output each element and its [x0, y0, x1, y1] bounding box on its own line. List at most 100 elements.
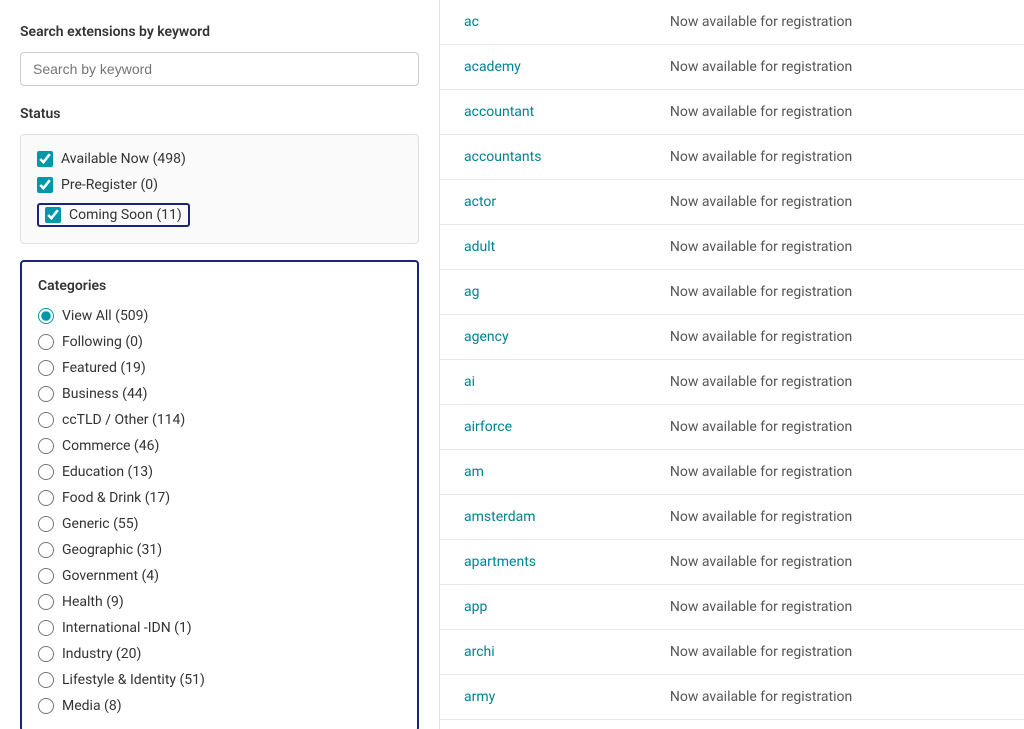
- radio-fooddrink[interactable]: [38, 490, 54, 506]
- domain-link[interactable]: airforce: [464, 419, 512, 435]
- domain-link[interactable]: ag: [464, 284, 479, 300]
- radio-item-viewall[interactable]: View All (509): [38, 308, 401, 324]
- radio-international[interactable]: [38, 620, 54, 636]
- radio-following[interactable]: [38, 334, 54, 350]
- search-input-wrapper: [20, 52, 419, 86]
- domain-link[interactable]: ac: [464, 14, 479, 30]
- table-row: am Now available for registration: [440, 450, 1024, 495]
- domain-link[interactable]: apartments: [464, 554, 536, 570]
- radio-item-health[interactable]: Health (9): [38, 594, 401, 610]
- radio-viewall[interactable]: [38, 308, 54, 324]
- radio-label-commerce: Commerce (46): [62, 438, 159, 454]
- table-row: ai Now available for registration: [440, 360, 1024, 405]
- radio-item-media[interactable]: Media (8): [38, 698, 401, 714]
- radio-item-government[interactable]: Government (4): [38, 568, 401, 584]
- radio-item-industry[interactable]: Industry (20): [38, 646, 401, 662]
- radio-government[interactable]: [38, 568, 54, 584]
- radio-item-lifestyle[interactable]: Lifestyle & Identity (51): [38, 672, 401, 688]
- radio-item-business[interactable]: Business (44): [38, 386, 401, 402]
- domain-status: Now available for registration: [646, 585, 1024, 630]
- domain-status: Now available for registration: [646, 270, 1024, 315]
- domain-link[interactable]: army: [464, 689, 495, 705]
- domain-link[interactable]: amsterdam: [464, 509, 536, 525]
- table-row: acNow available for registration: [440, 0, 1024, 45]
- radio-lifestyle[interactable]: [38, 672, 54, 688]
- domain-status: Now available for registration: [646, 180, 1024, 225]
- domain-link[interactable]: accountants: [464, 149, 541, 165]
- domain-link[interactable]: accountant: [464, 104, 534, 120]
- radio-label-industry: Industry (20): [62, 646, 141, 662]
- table-row: artNow available for registration: [440, 720, 1024, 729]
- checkbox-comingsoon[interactable]: [45, 207, 61, 223]
- radio-industry[interactable]: [38, 646, 54, 662]
- radio-item-featured[interactable]: Featured (19): [38, 360, 401, 376]
- domain-link[interactable]: agency: [464, 329, 509, 345]
- domain-status: Now available for registration: [646, 135, 1024, 180]
- domain-status: Now available for registration: [646, 225, 1024, 270]
- domain-status: Now available for registration: [646, 405, 1024, 450]
- radio-education[interactable]: [38, 464, 54, 480]
- table-row: accountants Now available for registratio…: [440, 135, 1024, 180]
- categories-box: Categories View All (509) Following (0) Fe…: [20, 260, 419, 729]
- radio-item-commerce[interactable]: Commerce (46): [38, 438, 401, 454]
- table-row: apartments Now available for registration: [440, 540, 1024, 585]
- domain-status: Now available for registration: [646, 360, 1024, 405]
- radio-featured[interactable]: [38, 360, 54, 376]
- radio-health[interactable]: [38, 594, 54, 610]
- status-box: Available Now (498) Pre-Register (0) Comin…: [20, 134, 419, 244]
- radio-geographic[interactable]: [38, 542, 54, 558]
- checkbox-item-available[interactable]: Available Now (498): [37, 151, 402, 167]
- domain-link[interactable]: actor: [464, 194, 496, 210]
- table-row: archi Now available for registration: [440, 630, 1024, 675]
- table-row: amsterdamNow available for registration: [440, 495, 1024, 540]
- domain-link[interactable]: app: [464, 599, 487, 615]
- table-row: accountantNow available for registration: [440, 90, 1024, 135]
- radio-label-featured: Featured (19): [62, 360, 146, 376]
- table-row: airforce Now available for registration: [440, 405, 1024, 450]
- domain-link[interactable]: academy: [464, 59, 521, 75]
- checkbox-item-preregister[interactable]: Pre-Register (0): [37, 177, 402, 193]
- checkbox-available[interactable]: [37, 151, 53, 167]
- checkbox-preregister[interactable]: [37, 177, 53, 193]
- checkbox-label-preregister: Pre-Register (0): [61, 177, 158, 193]
- table-row: adult Now available for registration: [440, 225, 1024, 270]
- domain-status: Now available for registration: [646, 540, 1024, 585]
- radio-label-viewall: View All (509): [62, 308, 148, 324]
- radio-label-health: Health (9): [62, 594, 124, 610]
- checkbox-label-available: Available Now (498): [61, 151, 186, 167]
- radio-generic[interactable]: [38, 516, 54, 532]
- table-row: academy Now available for registration: [440, 45, 1024, 90]
- radio-label-generic: Generic (55): [62, 516, 138, 532]
- domain-status: Now available for registration: [646, 450, 1024, 495]
- radio-business[interactable]: [38, 386, 54, 402]
- search-input[interactable]: [20, 52, 419, 86]
- radio-item-cctld[interactable]: ccTLD / Other (114): [38, 412, 401, 428]
- radio-item-following[interactable]: Following (0): [38, 334, 401, 350]
- radio-label-government: Government (4): [62, 568, 159, 584]
- domain-table: acNow available for registrationacademyN…: [440, 0, 1024, 729]
- domain-status: Now available for registration: [646, 630, 1024, 675]
- table-row: army Now available for registration: [440, 675, 1024, 720]
- radio-item-geographic[interactable]: Geographic (31): [38, 542, 401, 558]
- radio-label-business: Business (44): [62, 386, 148, 402]
- radio-item-international[interactable]: International -IDN (1): [38, 620, 401, 636]
- domain-status: Now available for registration: [646, 675, 1024, 720]
- radio-label-fooddrink: Food & Drink (17): [62, 490, 170, 506]
- table-row: ag Now available for registration: [440, 270, 1024, 315]
- radio-cctld[interactable]: [38, 412, 54, 428]
- domain-link[interactable]: am: [464, 464, 484, 480]
- categories-title: Categories: [38, 278, 401, 294]
- checkbox-item-comingsoon[interactable]: Coming Soon (11): [37, 203, 190, 227]
- domain-link[interactable]: archi: [464, 644, 495, 660]
- radio-commerce[interactable]: [38, 438, 54, 454]
- domain-status: Now available for registration: [646, 45, 1024, 90]
- left-panel: Search extensions by keyword Status Avai…: [0, 0, 440, 729]
- radio-item-fooddrink[interactable]: Food & Drink (17): [38, 490, 401, 506]
- domain-link[interactable]: adult: [464, 239, 495, 255]
- domain-link[interactable]: ai: [464, 374, 475, 390]
- radio-label-following: Following (0): [62, 334, 143, 350]
- radio-media[interactable]: [38, 698, 54, 714]
- radio-item-generic[interactable]: Generic (55): [38, 516, 401, 532]
- radio-item-education[interactable]: Education (13): [38, 464, 401, 480]
- domain-status: Now available for registration: [646, 315, 1024, 360]
